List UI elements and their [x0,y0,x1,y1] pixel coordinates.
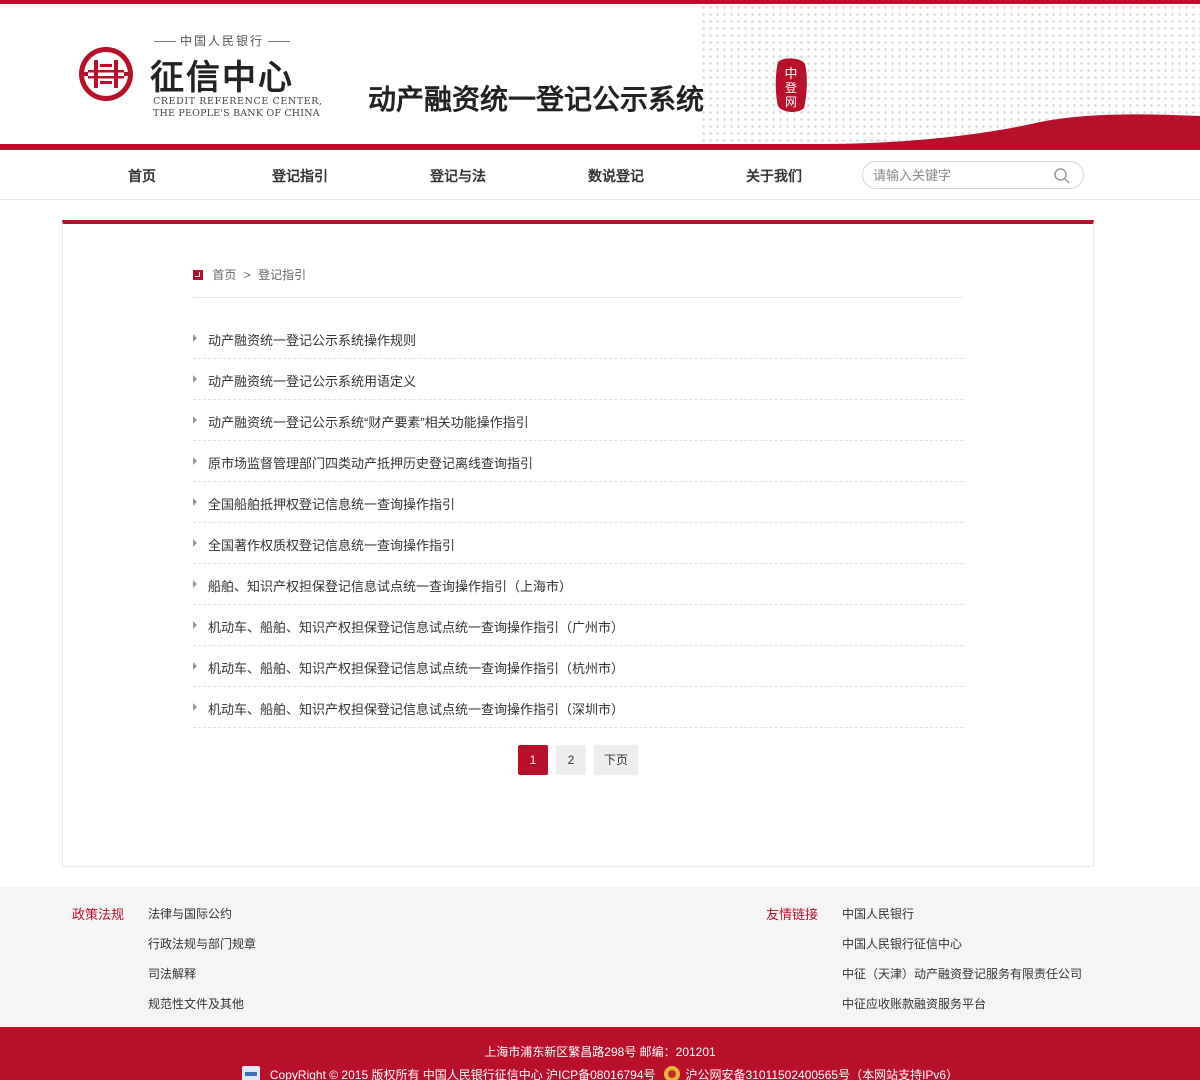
logo-center-name: 征信中心 [150,58,294,98]
list-item[interactable]: 动产融资统一登记公示系统“财产要素”相关功能操作指引 [193,400,963,441]
page-button-current[interactable]: 1 [518,745,548,775]
bullet-triangle-icon [193,457,197,465]
list-item[interactable]: 原市场监督管理部门四类动产抵押历史登记离线查询指引 [193,441,963,482]
policy-link[interactable]: 法律与国际公约 [148,905,232,922]
breadcrumb-current[interactable]: 登记指引 [258,268,306,282]
breadcrumb-separator: > [243,268,251,282]
site-header: 中国人民银行 征信中心 CREDIT REFERENCE CENTER, THE… [0,4,1200,150]
search-icon[interactable] [1053,167,1071,185]
content-panel: 首页 > 登记指引 动产融资统一登记公示系统操作规则 动产融资统一登记公示系统用… [62,220,1094,867]
bullet-triangle-icon [193,539,197,547]
bullet-triangle-icon [193,416,197,424]
list-item[interactable]: 机动车、船舶、知识产权担保登记信息试点统一查询操作指引（杭州市） [193,646,963,687]
bullet-triangle-icon [193,662,197,670]
main-nav: 首页 登记指引 登记与法 数说登记 关于我们 [0,150,1200,200]
friend-link[interactable]: 中国人民银行征信中心 [842,935,962,952]
footer-police-record[interactable]: 沪公网安备31011502400565号（本网站支持IPv6） [686,1068,959,1080]
friend-link[interactable]: 中国人民银行 [842,905,914,922]
footer-bottom-bar: 上海市浦东新区繁昌路298号 邮编：201201 CopyRight © 201… [0,1027,1200,1080]
svg-text:登: 登 [785,80,797,95]
bullet-triangle-icon [193,703,197,711]
footer-copyright-line: CopyRight © 2015 版权所有 中国人民银行征信中心 沪ICP备08… [0,1066,1200,1080]
logo-english-line1: CREDIT REFERENCE CENTER, [153,96,323,107]
article-list: 动产融资统一登记公示系统操作规则 动产融资统一登记公示系统用语定义 动产融资统一… [193,318,963,728]
friend-links-title: 友情链接 [766,907,819,922]
article-title[interactable]: 动产融资统一登记公示系统用语定义 [208,371,416,390]
list-item[interactable]: 全国著作权质权登记信息统一查询操作指引 [193,523,963,564]
nav-item-registration-guide[interactable]: 登记指引 [250,166,350,186]
icp-badge-icon[interactable] [241,1066,260,1080]
nav-item-home[interactable]: 首页 [92,166,192,186]
search-input[interactable] [873,166,1043,184]
nav-item-about-us[interactable]: 关于我们 [724,166,824,186]
list-item[interactable]: 全国船舶抵押权登记信息统一查询操作指引 [193,482,963,523]
svg-text:中: 中 [784,67,797,82]
article-title[interactable]: 机动车、船舶、知识产权担保登记信息试点统一查询操作指引（杭州市） [208,658,624,677]
policy-link[interactable]: 规范性文件及其他 [148,995,244,1012]
zhongdeng-seal-icon: 中 登 网 [775,58,807,112]
article-title[interactable]: 船舶、知识产权担保登记信息试点统一查询操作指引（上海市） [208,576,572,595]
system-title: 动产融资统一登记公示系统 [368,83,705,116]
list-item[interactable]: 动产融资统一登记公示系统操作规则 [193,318,963,359]
friend-link[interactable]: 中征（天津）动产融资登记服务有限责任公司 [842,965,1082,982]
policy-section-title: 政策法规 [72,907,125,922]
nav-item-registration-law[interactable]: 登记与法 [408,166,508,186]
credit-center-emblem-icon [79,47,133,101]
nav-item-data-talk[interactable]: 数说登记 [566,166,666,186]
friend-link[interactable]: 中征应收账款融资服务平台 [842,995,986,1012]
article-title[interactable]: 动产融资统一登记公示系统操作规则 [208,330,416,349]
bullet-triangle-icon [193,580,197,588]
article-title[interactable]: 动产融资统一登记公示系统“财产要素”相关功能操作指引 [208,412,529,431]
article-title[interactable]: 全国著作权质权登记信息统一查询操作指引 [208,535,455,554]
list-item[interactable]: 机动车、船舶、知识产权担保登记信息试点统一查询操作指引（深圳市） [193,687,963,728]
policy-link[interactable]: 行政法规与部门规章 [148,935,256,952]
bullet-triangle-icon [193,334,197,342]
svg-text:网: 网 [785,95,797,109]
search-box [862,161,1084,189]
breadcrumb-divider [193,297,963,298]
bullet-triangle-icon [193,375,197,383]
footer-links-section: 政策法规 法律与国际公约 行政法规与部门规章 司法解释 规范性文件及其他 友情链… [0,887,1200,1027]
policy-link[interactable]: 司法解释 [148,965,196,982]
list-item[interactable]: 机动车、船舶、知识产权担保登记信息试点统一查询操作指引（广州市） [193,605,963,646]
bullet-triangle-icon [193,498,197,506]
breadcrumb-arrow-icon [193,270,203,280]
breadcrumb: 首页 > 登记指引 [193,266,306,283]
article-title[interactable]: 机动车、船舶、知识产权担保登记信息试点统一查询操作指引（广州市） [208,617,624,636]
article-title[interactable]: 机动车、船舶、知识产权担保登记信息试点统一查询操作指引（深圳市） [208,699,624,718]
logo-bank-name: 中国人民银行 [150,32,294,49]
list-item[interactable]: 动产融资统一登记公示系统用语定义 [193,359,963,400]
list-item[interactable]: 船舶、知识产权担保登记信息试点统一查询操作指引（上海市） [193,564,963,605]
police-badge-icon[interactable] [663,1066,680,1080]
footer-copyright: CopyRight © 2015 版权所有 中国人民银行征信中心 沪ICP备08… [269,1068,656,1080]
bullet-triangle-icon [193,621,197,629]
next-page-button[interactable]: 下页 [594,745,638,775]
article-title[interactable]: 原市场监督管理部门四类动产抵押历史登记离线查询指引 [208,453,533,472]
breadcrumb-home-link[interactable]: 首页 [212,268,236,282]
article-title[interactable]: 全国船舶抵押权登记信息统一查询操作指引 [208,494,455,513]
page-button-2[interactable]: 2 [556,745,586,775]
footer-address: 上海市浦东新区繁昌路298号 邮编：201201 [484,1045,716,1059]
logo-english-line2: THE PEOPLE'S BANK OF CHINA [153,108,320,119]
